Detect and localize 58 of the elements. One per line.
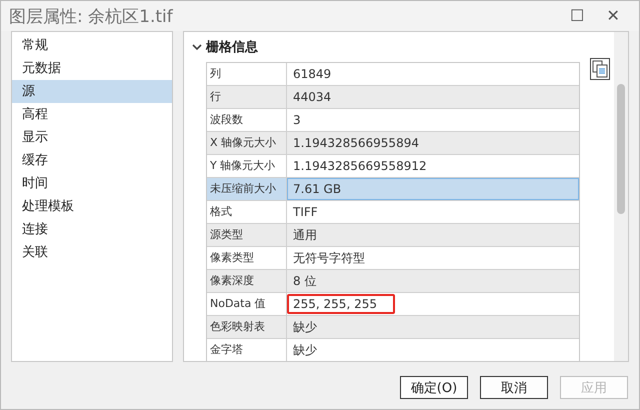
table-row[interactable]: Y 轴像元大小 1.1943285669558912 xyxy=(207,155,579,178)
property-name: 像素深度 xyxy=(207,270,287,292)
property-name: Y 轴像元大小 xyxy=(207,155,287,177)
sidebar-item[interactable]: 关联 xyxy=(12,241,172,264)
property-value: 7.61 GB xyxy=(293,182,342,196)
sidebar-item[interactable]: 高程 xyxy=(12,103,172,126)
dialog-button[interactable]: 确定(O) xyxy=(400,376,468,399)
property-value: TIFF xyxy=(293,205,318,219)
copy-button[interactable] xyxy=(590,58,610,80)
sidebar-item[interactable]: 显示 xyxy=(12,126,172,149)
scrollbar[interactable] xyxy=(614,32,628,361)
section-title: 栅格信息 xyxy=(206,39,258,56)
property-value: 1.194328566955894 xyxy=(293,136,419,150)
property-name: 列 xyxy=(207,63,287,85)
close-button[interactable]: ✕ xyxy=(595,2,631,30)
table-row[interactable]: 格式 TIFF xyxy=(207,201,579,224)
property-name: 未压缩前大小 xyxy=(207,178,287,200)
property-value: 3 xyxy=(293,113,301,127)
table-row[interactable]: 像素深度 8 位 xyxy=(207,270,579,293)
property-value: 无符号字符型 xyxy=(293,250,365,266)
maximize-button[interactable]: ☐ xyxy=(559,2,595,30)
dialog-button[interactable]: 取消 xyxy=(480,376,548,399)
property-name: 格式 xyxy=(207,201,287,223)
table-row[interactable]: X 轴像元大小 1.194328566955894 xyxy=(207,132,579,155)
property-name: 行 xyxy=(207,86,287,108)
sidebar-item[interactable]: 常规 xyxy=(12,34,172,57)
sidebar-item[interactable]: 连接 xyxy=(12,218,172,241)
property-name: 源类型 xyxy=(207,224,287,246)
property-value: 1.1943285669558912 xyxy=(293,159,427,173)
property-name: 色彩映射表 xyxy=(207,316,287,338)
sidebar-item[interactable]: 处理模板 xyxy=(12,195,172,218)
property-value: 缺少 xyxy=(293,318,317,336)
table-row[interactable]: 色彩映射表 缺少 xyxy=(207,316,579,339)
property-value: 44034 xyxy=(293,90,332,104)
table-row[interactable]: 像素类型 无符号字符型 xyxy=(207,247,579,270)
property-value: 通用 xyxy=(293,226,317,244)
table-row[interactable]: 列 61849 xyxy=(207,63,579,86)
chevron-down-icon[interactable] xyxy=(192,42,202,52)
property-name: 金字塔 xyxy=(207,339,287,361)
property-value: 8 位 xyxy=(293,272,316,290)
table-row[interactable]: 行 44034 xyxy=(207,86,579,109)
property-value: 255, 255, 255 xyxy=(287,294,395,314)
property-name: X 轴像元大小 xyxy=(207,132,287,154)
table-row[interactable]: 未压缩前大小 7.61 GB xyxy=(207,178,579,201)
property-name: 像素类型 xyxy=(207,247,287,269)
table-row[interactable]: NoData 值 255, 255, 255 xyxy=(207,293,579,316)
sidebar-item[interactable]: 源 xyxy=(12,80,172,103)
sidebar-item[interactable]: 时间 xyxy=(12,172,172,195)
table-row[interactable]: 波段数 3 xyxy=(207,109,579,132)
sidebar-item[interactable]: 缓存 xyxy=(12,149,172,172)
property-value: 缺少 xyxy=(293,342,317,358)
table-row[interactable]: 源类型 通用 xyxy=(207,224,579,247)
property-name: NoData 值 xyxy=(207,293,287,315)
window-title: 图层属性: 余杭区1.tif xyxy=(9,6,174,28)
property-value: 61849 xyxy=(293,67,332,81)
copy-icon xyxy=(592,60,608,78)
sidebar-item[interactable]: 元数据 xyxy=(12,57,172,80)
property-name: 波段数 xyxy=(207,109,287,131)
